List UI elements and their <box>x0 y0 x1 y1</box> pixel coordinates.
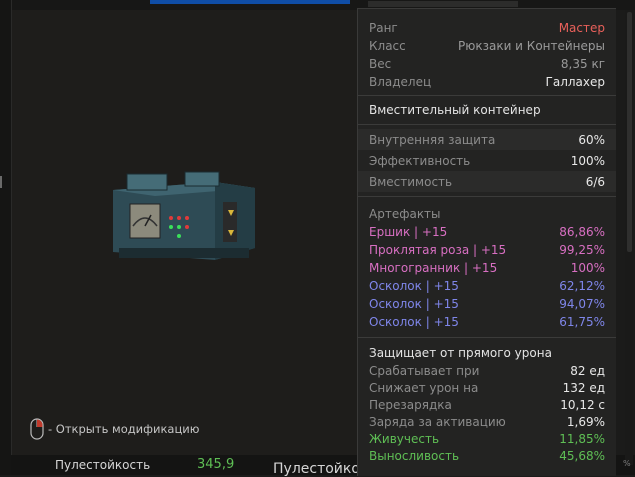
stat-row: Вес 8,35 кг <box>358 55 616 73</box>
protection-label: Срабатывает при <box>369 363 480 378</box>
protection-row: Срабатывает при 82 ед <box>358 362 616 379</box>
left-edge-mark <box>0 176 6 188</box>
bonus-label: Живучесть <box>369 431 440 446</box>
artifact-value: 94,07% <box>559 297 605 311</box>
container-label: Эффективность <box>369 153 471 168</box>
item-type: Вместительный контейнер <box>369 103 541 117</box>
artifacts-title-row: Артефакты <box>358 205 616 223</box>
artifacts-section: Артефакты Ершик | +15 86,86% Проклятая ро… <box>358 197 616 338</box>
artifact-name: Осколок | +15 <box>369 279 459 293</box>
artifact-value: 99,25% <box>559 243 605 257</box>
container-value: 60% <box>578 132 605 147</box>
stat-value: 8,35 кг <box>560 57 605 71</box>
artifact-name: Осколок | +15 <box>369 315 459 329</box>
protection-value: 1,69% <box>566 414 605 429</box>
item-stats-section: Ранг Мастер Класс Рюкзаки и Контейнеры Вес… <box>358 9 616 96</box>
artifact-value: 61,75% <box>559 315 605 329</box>
protection-label: Перезарядка <box>369 397 452 412</box>
artifact-value: 62,12% <box>559 279 605 293</box>
stat-value: Мастер <box>558 21 605 35</box>
artifact-value: 86,86% <box>559 225 605 239</box>
protection-row: Заряда за активацию 1,69% <box>358 413 616 430</box>
top-accent-bar <box>150 0 350 4</box>
container-row: Вместимость 6/6 <box>358 171 616 192</box>
container-item-image <box>113 171 255 260</box>
protection-label: Снижает урон на <box>369 380 479 395</box>
protection-section: Защищает от прямого урона Срабатывает пр… <box>358 338 616 470</box>
bonus-label: Выносливость <box>369 448 460 463</box>
container-value: 100% <box>570 153 605 168</box>
stat-row: Ранг Мастер <box>358 19 616 37</box>
stat-row: Класс Рюкзаки и Контейнеры <box>358 37 616 55</box>
item-type-section: Вместительный контейнер <box>358 96 616 125</box>
bonus-value: 45,68% <box>559 448 605 463</box>
panel-header-strip <box>368 1 518 7</box>
artifact-row[interactable]: Многогранник | +15 100% <box>358 259 616 277</box>
stat-value: Рюкзаки и Контейнеры <box>458 39 605 53</box>
bullet-resistance-value: 345,9 <box>197 457 235 472</box>
artifacts-title: Артефакты <box>369 207 441 221</box>
protection-value: 10,12 с <box>560 397 605 412</box>
artifact-name: Многогранник | +15 <box>369 261 498 275</box>
artifact-name: Осколок | +15 <box>369 297 459 311</box>
protection-label: Заряда за активацию <box>369 414 506 429</box>
open-modification-label: - Открыть модификацию <box>48 422 200 436</box>
container-label: Внутренняя защита <box>369 132 496 147</box>
artifact-row[interactable]: Осколок | +15 62,12% <box>358 277 616 295</box>
container-label: Вместимость <box>369 174 453 189</box>
container-value: 6/6 <box>585 174 605 189</box>
bonus-row: Выносливость 45,68% <box>358 447 616 464</box>
stat-label: Класс <box>369 39 406 53</box>
stat-label: Вес <box>369 57 392 71</box>
artifact-name: Ершик | +15 <box>369 225 448 239</box>
stat-label: Ранг <box>369 21 398 35</box>
item-info-panel: Ранг Мастер Класс Рюкзаки и Контейнеры Вес… <box>357 1 616 476</box>
protection-title: Защищает от прямого урона <box>369 346 552 360</box>
artifact-name: Проклятая роза | +15 <box>369 243 507 257</box>
protection-row: Перезарядка 10,12 с <box>358 396 616 413</box>
bonus-value: 11,85% <box>559 431 605 446</box>
container-row: Внутренняя защита 60% <box>358 129 616 150</box>
bullet-resistance-label: Пулестойкость <box>55 458 151 472</box>
artifact-row[interactable]: Ершик | +15 86,86% <box>358 223 616 241</box>
stat-value: Галлахер <box>545 75 605 89</box>
edge-percent-text: % <box>623 459 631 468</box>
left-edge-panel <box>0 0 12 475</box>
protection-row: Снижает урон на 132 ед <box>358 379 616 396</box>
stat-row: Владелец Галлахер <box>358 73 616 91</box>
artifact-row[interactable]: Осколок | +15 94,07% <box>358 295 616 313</box>
open-modification-hint[interactable]: - Открыть модификацию <box>30 418 199 440</box>
stat-label: Владелец <box>369 75 432 89</box>
panel-scroll-thumb[interactable] <box>627 12 632 252</box>
artifact-row[interactable]: Осколок | +15 61,75% <box>358 313 616 331</box>
bonus-row: Живучесть 11,85% <box>358 430 616 447</box>
artifact-value: 100% <box>570 261 605 275</box>
protection-value: 82 ед <box>570 363 605 378</box>
mouse-right-click-icon <box>30 418 44 440</box>
artifact-row[interactable]: Проклятая роза | +15 99,25% <box>358 241 616 259</box>
container-stats-section: Внутренняя защита 60% Эффективность 100% В… <box>358 125 616 197</box>
protection-value: 132 ед <box>562 380 605 395</box>
container-row: Эффективность 100% <box>358 150 616 171</box>
